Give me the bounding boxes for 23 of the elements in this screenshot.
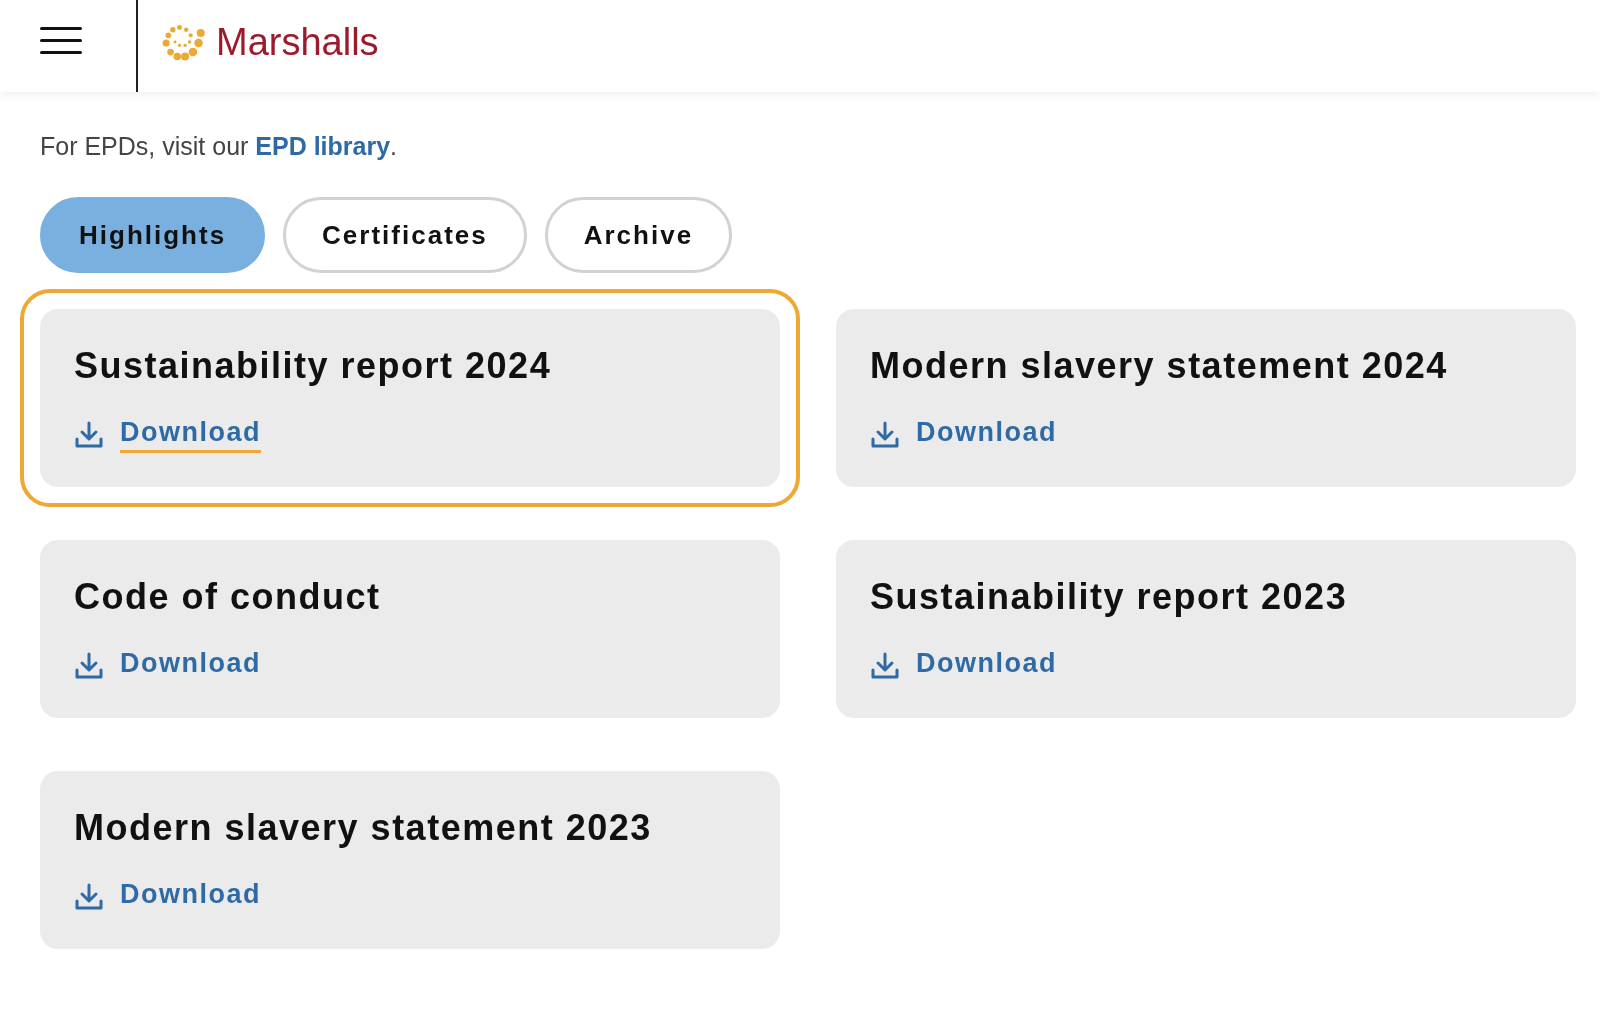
download-link[interactable]: Download — [916, 648, 1057, 684]
download-icon — [74, 421, 104, 449]
logo-text[interactable]: Marshalls — [216, 20, 379, 64]
document-title: Sustainability report 2024 — [74, 345, 553, 387]
menu-icon[interactable] — [40, 27, 82, 55]
filter-tab[interactable]: Archive — [544, 197, 733, 273]
epd-library-link[interactable]: EPD library — [255, 132, 391, 160]
download-icon — [870, 421, 900, 449]
download-icon — [870, 652, 900, 680]
logo-icon — [160, 23, 208, 61]
download-link[interactable]: Download — [120, 879, 261, 915]
document-title: Sustainability report 2023 — [870, 576, 1349, 618]
filter-tab[interactable]: Certificates — [283, 197, 527, 273]
download-icon — [74, 883, 104, 911]
document-title: Modern slavery statement 2023 — [74, 807, 653, 849]
download-link[interactable]: Download — [916, 417, 1057, 453]
document-title: Modern slavery statement 2024 — [870, 345, 1449, 387]
download-link[interactable]: Download — [120, 648, 261, 684]
download-link[interactable]: Download — [120, 417, 261, 453]
download-icon — [74, 652, 104, 680]
intro-text: For EPDs, visit our EPD library. — [40, 132, 399, 161]
filter-tab[interactable]: Highlights — [40, 197, 266, 273]
document-title: Code of conduct — [74, 576, 382, 618]
